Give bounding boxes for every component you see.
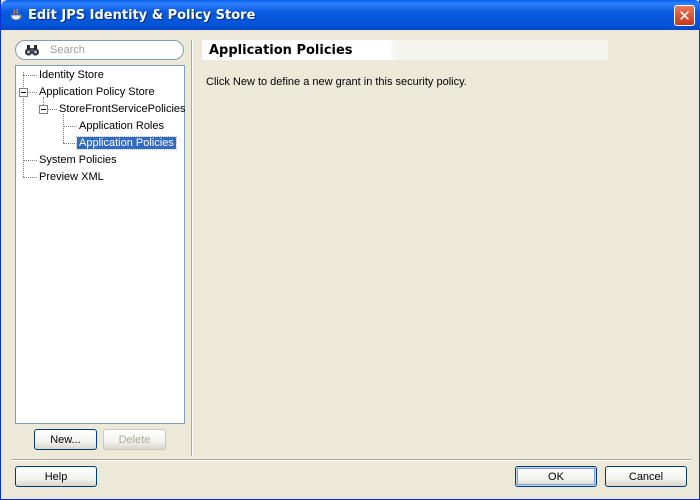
panel-splitter[interactable] — [191, 40, 193, 456]
collapse-icon[interactable] — [39, 105, 48, 114]
dialog-window: Edit JPS Identity & Policy Store ✕ Searc… — [0, 0, 700, 500]
tree-item-preview-xml[interactable]: Preview XML — [37, 169, 106, 185]
window-title: Edit JPS Identity & Policy Store — [28, 8, 256, 23]
close-button[interactable]: ✕ — [674, 5, 695, 26]
cancel-button[interactable]: Cancel — [605, 466, 687, 487]
help-button[interactable]: Help — [15, 466, 97, 487]
navigation-tree[interactable]: Identity Store Application Policy Store … — [15, 65, 188, 424]
new-button[interactable]: New... — [34, 429, 97, 450]
tree-item-label: Application Policies — [76, 136, 177, 150]
title-bar[interactable]: Edit JPS Identity & Policy Store ✕ — [1, 0, 700, 30]
tree-item-label: System Policies — [39, 154, 117, 166]
tree-item-label: Identity Store — [39, 69, 104, 81]
tree-item-system-policies[interactable]: System Policies — [37, 152, 119, 168]
delete-button[interactable]: Delete — [103, 429, 166, 450]
tree-item-storefront-service-policies[interactable]: StoreFrontServicePolicies — [57, 101, 188, 117]
tree-item-label: Application Roles — [79, 120, 164, 132]
content-header: Application Policies — [202, 40, 608, 60]
tree-item-label: StoreFrontServicePolicies — [59, 103, 186, 115]
tree-item-application-policy-store[interactable]: Application Policy Store — [37, 84, 157, 100]
tree-item-identity-store[interactable]: Identity Store — [37, 67, 106, 83]
page-title: Application Policies — [209, 43, 353, 58]
app-icon — [8, 7, 24, 23]
search-input[interactable] — [50, 43, 178, 57]
tree-item-application-roles[interactable]: Application Roles — [77, 118, 166, 134]
tree-item-label: Application Policy Store — [39, 86, 155, 98]
content-message: Click New to define a new grant in this … — [206, 76, 467, 88]
tree-item-application-policies[interactable]: Application Policies — [76, 135, 177, 151]
binoculars-icon — [24, 43, 40, 57]
ok-button[interactable]: OK — [515, 466, 597, 487]
collapse-icon[interactable] — [19, 88, 28, 97]
search-box[interactable] — [15, 40, 184, 60]
close-icon: ✕ — [678, 6, 691, 25]
footer-divider — [11, 459, 691, 461]
tree-item-label: Preview XML — [39, 171, 104, 183]
